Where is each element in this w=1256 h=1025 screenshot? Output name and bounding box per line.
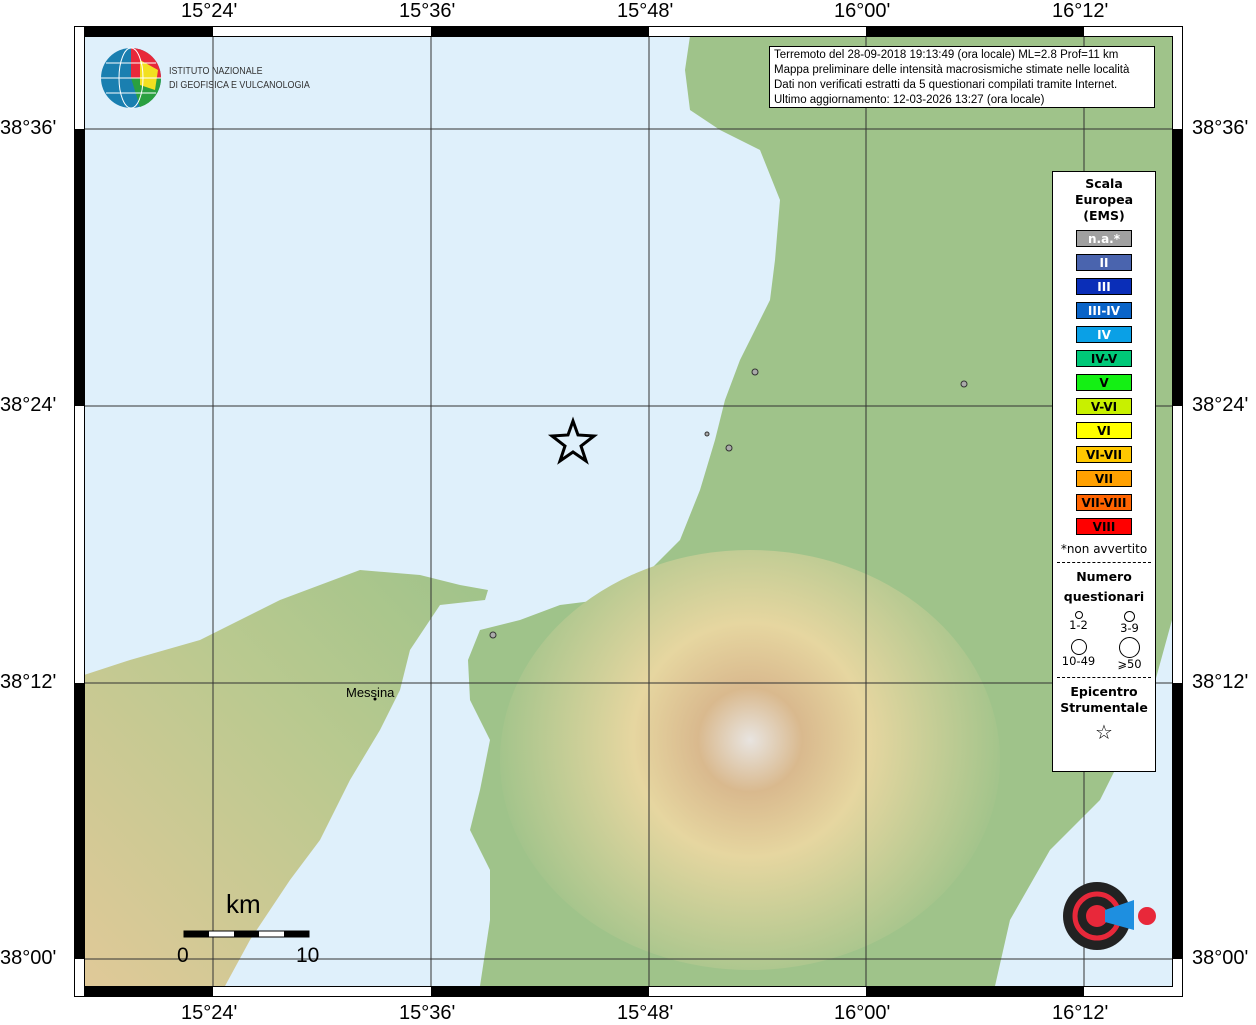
count-circle-large <box>1070 639 1087 655</box>
star-icon: ☆ <box>1095 720 1113 744</box>
ems-swatch-na: n.a.* <box>1076 230 1132 247</box>
ems-swatch-vi-vii: VI-VII <box>1076 446 1132 463</box>
felt-point <box>704 431 710 437</box>
lat-tick-right: 38°00' <box>1192 947 1249 969</box>
ems-swatch-v: V <box>1076 374 1132 391</box>
lon-tick-top: 16°12' <box>1052 0 1109 22</box>
scale-unit: km <box>226 889 261 919</box>
place-label-messina: Messina <box>346 685 395 700</box>
lat-tick-right: 38°12' <box>1192 671 1249 693</box>
felt-point <box>489 631 497 639</box>
lon-tick-bottom: 16°12' <box>1052 1002 1109 1024</box>
felt-point <box>751 368 759 376</box>
ems-legend: Scala Europea (EMS) n.a.* II III III-IV IV IV… <box>1052 171 1156 772</box>
ems-swatch-v-vi: V-VI <box>1076 398 1132 415</box>
lat-tick-left: 38°36' <box>0 117 57 139</box>
ems-swatch-iii: III <box>1076 278 1132 295</box>
lon-tick-top: 15°48' <box>617 0 674 22</box>
ems-swatch-iii-iv: III-IV <box>1076 302 1132 319</box>
ems-swatch-iv-v: IV-V <box>1076 350 1132 367</box>
na-note: *non avvertito <box>1060 542 1148 556</box>
earthquake-info-box: Terremoto del 28-09-2018 19:13:49 (ora l… <box>769 46 1155 108</box>
lat-tick-left: 38°12' <box>0 671 57 693</box>
ems-swatch-vi: VI <box>1076 422 1132 439</box>
lon-tick-bottom: 15°24' <box>181 1002 238 1024</box>
lat-tick-right: 38°36' <box>1192 117 1249 139</box>
ems-swatch-viii: VIII <box>1076 518 1132 535</box>
lon-tick-top: 15°24' <box>181 0 238 22</box>
felt-point <box>725 444 733 452</box>
ems-swatch-iv: IV <box>1076 326 1132 343</box>
lat-tick-left: 38°24' <box>0 394 57 416</box>
lon-tick-top: 16°00' <box>834 0 891 22</box>
lon-tick-bottom: 15°48' <box>617 1002 674 1024</box>
ingv-logo-text: ISTITUTO NAZIONALE DI GEOFISICA E VULCAN… <box>169 65 310 91</box>
count-circle-xlarge <box>1119 637 1140 658</box>
aspromonte-relief <box>500 550 1000 970</box>
lon-tick-top: 15°36' <box>399 0 456 22</box>
ems-swatch-vii: VII <box>1076 470 1132 487</box>
felt-point <box>960 380 968 388</box>
lon-tick-bottom: 16°00' <box>834 1002 891 1024</box>
lon-tick-bottom: 15°36' <box>399 1002 456 1024</box>
ems-swatch-vii-viii: VII-VIII <box>1076 494 1132 511</box>
lat-tick-right: 38°24' <box>1192 394 1249 416</box>
scale-start: 0 <box>177 944 189 967</box>
lat-tick-left: 38°00' <box>0 947 57 969</box>
ingv-logo-globe <box>101 47 162 109</box>
scale-end: 10 <box>296 944 320 967</box>
ems-swatch-ii: II <box>1076 254 1132 271</box>
scale-bar <box>183 930 310 938</box>
